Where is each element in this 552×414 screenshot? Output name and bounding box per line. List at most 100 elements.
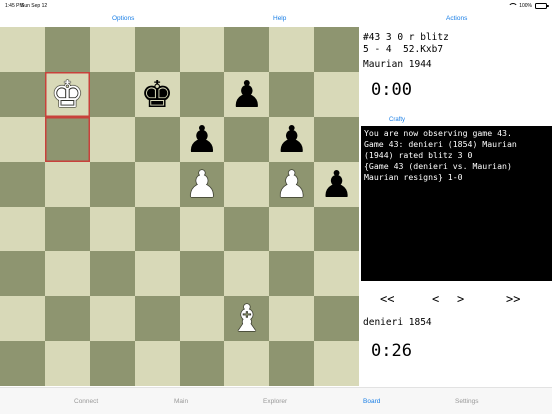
square-e5[interactable]: ♟ [179,161,225,207]
square-c8[interactable] [89,27,135,72]
square-b1[interactable] [44,341,90,386]
square-a5[interactable] [0,161,45,207]
square-a4[interactable] [0,206,45,252]
square-b6[interactable] [44,116,90,162]
square-e6[interactable]: ♟ [179,116,225,162]
previous-move-button[interactable]: < [432,292,439,306]
white-pawn-icon[interactable]: ♟ [275,166,308,203]
tab-explorer[interactable]: Explorer [263,398,287,405]
square-g1[interactable] [269,341,315,386]
square-f8[interactable] [224,27,270,72]
square-h3[interactable] [314,251,359,297]
top-player-name: Maurian 1944 [363,59,432,70]
square-d5[interactable] [134,161,180,207]
square-f6[interactable] [224,116,270,162]
square-d4[interactable] [134,206,180,252]
white-bishop-icon[interactable]: ♝ [230,300,263,337]
square-a7[interactable] [0,71,45,117]
square-c7[interactable] [89,71,135,117]
engine-button[interactable]: Crafty [360,117,434,123]
black-king-icon[interactable]: ♚ [140,76,173,113]
console-line: Maurian resigns} 1-0 [364,172,463,182]
chess-board[interactable]: ♚ ♚ ♟ ♟ ♟ ♟ ♟ ♟ ♝ [0,27,359,386]
square-c6[interactable] [89,116,135,162]
square-h8[interactable] [314,27,359,72]
tab-board[interactable]: Board [363,398,380,405]
square-c5[interactable] [89,161,135,207]
square-f7[interactable]: ♟ [224,71,270,117]
first-move-button[interactable]: << [380,292,394,306]
square-e4[interactable] [179,206,225,252]
square-b4[interactable] [44,206,90,252]
black-pawn-icon[interactable]: ♟ [275,121,308,158]
square-e3[interactable] [179,251,225,297]
tab-settings[interactable]: Settings [455,398,479,405]
bottom-player-name: denieri 1854 [363,317,432,328]
black-pawn-icon[interactable]: ♟ [230,76,263,113]
square-d3[interactable] [134,251,180,297]
square-b2[interactable] [44,296,90,342]
square-a3[interactable] [0,251,45,297]
square-d8[interactable] [134,27,180,72]
square-a6[interactable] [0,116,45,162]
last-move-button[interactable]: >> [506,292,520,306]
battery-icon [535,3,549,9]
square-d2[interactable] [134,296,180,342]
tab-connect[interactable]: Connect [74,398,98,405]
square-c1[interactable] [89,341,135,386]
square-g8[interactable] [269,27,315,72]
battery-percent: 100% [519,3,532,9]
square-b8[interactable] [44,27,90,72]
square-h4[interactable] [314,206,359,252]
game-score-move: 5 - 4 52.Kxb7 [363,44,444,55]
options-button[interactable]: Options [112,15,134,22]
bottom-player-clock: 0:26 [371,341,412,361]
square-g2[interactable] [269,296,315,342]
square-b5[interactable] [44,161,90,207]
square-a2[interactable] [0,296,45,342]
game-header: #43 3 0 r blitz 5 - 4 52.Kxb7 [363,32,449,56]
black-pawn-icon[interactable]: ♟ [185,121,218,158]
square-h2[interactable] [314,296,359,342]
square-c2[interactable] [89,296,135,342]
black-pawn-icon[interactable]: ♟ [320,166,353,203]
square-a1[interactable] [0,341,45,386]
square-f5[interactable] [224,161,270,207]
tab-main[interactable]: Main [174,398,188,405]
square-c4[interactable] [89,206,135,252]
square-a8[interactable] [0,27,45,72]
square-f4[interactable] [224,206,270,252]
top-menu: Options Help Actions [0,13,552,25]
square-d7[interactable]: ♚ [134,71,180,117]
move-navigation: << < > >> [360,292,552,308]
square-e7[interactable] [179,71,225,117]
square-g4[interactable] [269,206,315,252]
square-g3[interactable] [269,251,315,297]
square-f1[interactable] [224,341,270,386]
square-b7[interactable]: ♚ [44,71,90,117]
status-date: Sun Sep 12 [21,3,48,9]
help-button[interactable]: Help [273,15,286,22]
square-d1[interactable] [134,341,180,386]
square-g6[interactable]: ♟ [269,116,315,162]
square-e8[interactable] [179,27,225,72]
white-king-icon[interactable]: ♚ [51,76,84,113]
square-e2[interactable] [179,296,225,342]
square-g5[interactable]: ♟ [269,161,315,207]
square-h5[interactable]: ♟ [314,161,359,207]
square-c3[interactable] [89,251,135,297]
square-d6[interactable] [134,116,180,162]
square-e1[interactable] [179,341,225,386]
status-bar: 1:45 PM Sun Sep 12 100% [0,0,552,12]
square-h1[interactable] [314,341,359,386]
actions-button[interactable]: Actions [446,15,467,22]
square-h6[interactable] [314,116,359,162]
square-h7[interactable] [314,71,359,117]
white-pawn-icon[interactable]: ♟ [185,166,218,203]
square-b3[interactable] [44,251,90,297]
console-output[interactable]: You are now observing game 43. Game 43: d… [361,126,552,281]
next-move-button[interactable]: > [457,292,464,306]
square-f3[interactable] [224,251,270,297]
square-g7[interactable] [269,71,315,117]
square-f2[interactable]: ♝ [224,296,270,342]
